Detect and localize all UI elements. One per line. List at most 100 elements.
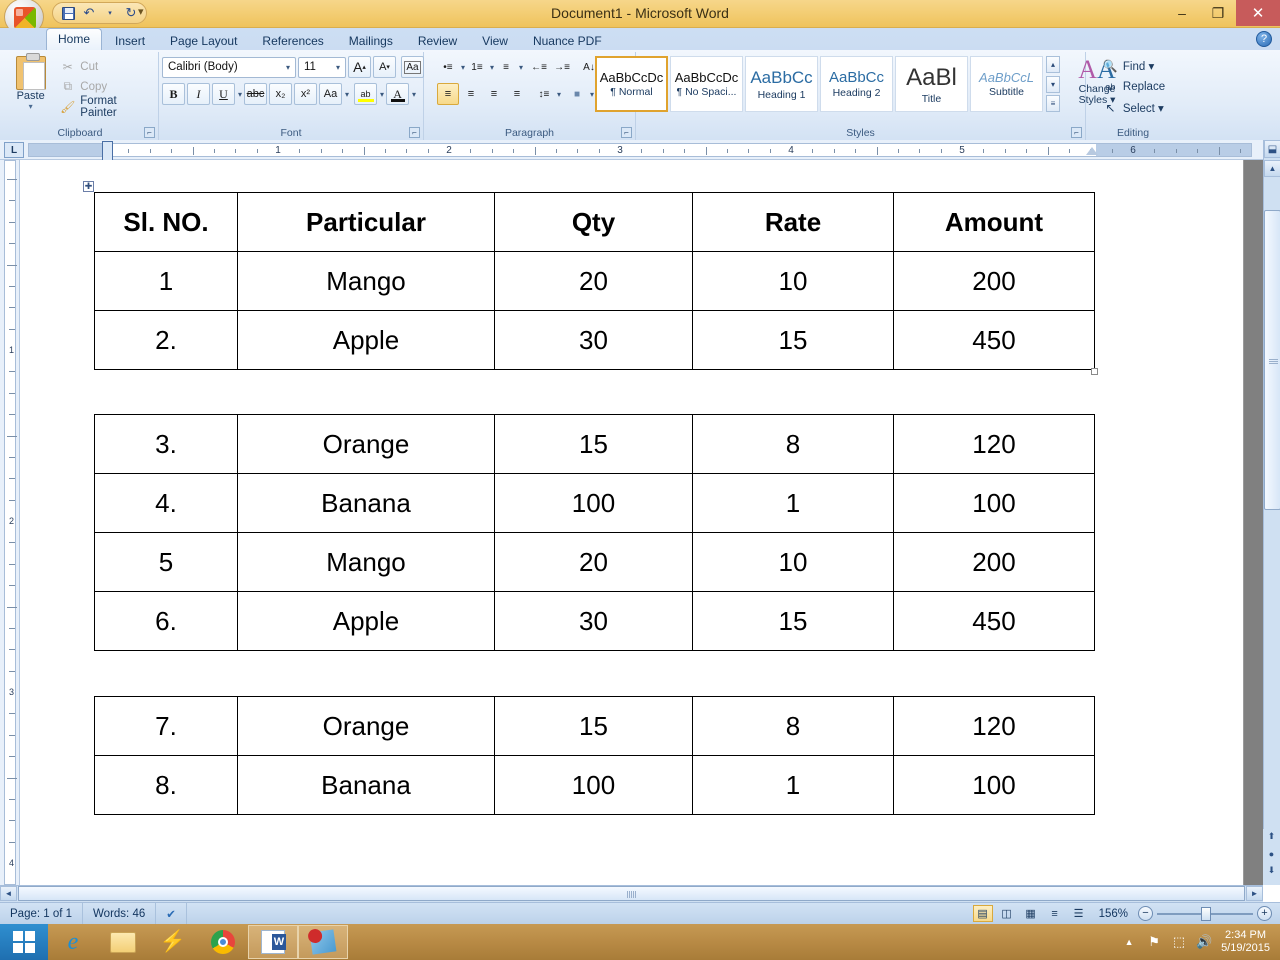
table-cell[interactable]: 100: [894, 756, 1095, 815]
font-dialog-launcher[interactable]: ⌐: [409, 127, 420, 138]
show-hidden-icons-button[interactable]: ▲: [1121, 934, 1137, 950]
align-right-button[interactable]: ≡: [483, 83, 505, 105]
line-spacing-dropdown-icon[interactable]: ▾: [557, 90, 561, 99]
table-row[interactable]: 2.Apple3015450: [95, 311, 1095, 370]
italic-button[interactable]: I: [187, 83, 210, 105]
table-row[interactable]: 5Mango2010200: [95, 533, 1095, 592]
font-size-combo[interactable]: 11 ▾: [298, 57, 346, 78]
table-cell[interactable]: Mango: [238, 252, 495, 311]
clear-formatting-button[interactable]: Aa: [401, 56, 424, 78]
numbering-button[interactable]: 1≡: [466, 56, 488, 78]
shrink-font-button[interactable]: A▾: [373, 56, 396, 78]
table-cell[interactable]: 15: [693, 592, 894, 651]
superscript-button[interactable]: x²: [294, 83, 317, 105]
zoom-level-label[interactable]: 156%: [1093, 908, 1134, 920]
paste-button[interactable]: Paste ▾: [6, 56, 55, 111]
table-cell[interactable]: 20: [495, 533, 693, 592]
table-cell[interactable]: 30: [495, 311, 693, 370]
tab-view[interactable]: View: [470, 30, 520, 50]
help-icon[interactable]: ?: [1256, 31, 1272, 47]
view-draft-button[interactable]: ☰: [1069, 905, 1089, 922]
table-header-cell[interactable]: Amount: [894, 193, 1095, 252]
table-cell[interactable]: 5: [95, 533, 238, 592]
table-cell[interactable]: 6.: [95, 592, 238, 651]
table-cell[interactable]: 10: [693, 252, 894, 311]
align-left-button[interactable]: ≡: [437, 83, 459, 105]
table-cell[interactable]: Orange: [238, 415, 495, 474]
table-cell[interactable]: Apple: [238, 592, 495, 651]
increase-indent-button[interactable]: →≡: [551, 56, 573, 78]
style-title[interactable]: AaBl Title: [895, 56, 968, 112]
table-cell[interactable]: 20: [495, 252, 693, 311]
tab-stop-selector[interactable]: L: [4, 142, 24, 158]
zoom-out-button[interactable]: −: [1138, 906, 1153, 921]
table-cell[interactable]: 120: [894, 697, 1095, 756]
table-header-cell[interactable]: Rate: [693, 193, 894, 252]
vertical-ruler[interactable]: 1234: [0, 160, 20, 885]
table-cell[interactable]: 8: [693, 697, 894, 756]
table-cell[interactable]: 200: [894, 252, 1095, 311]
font-name-combo[interactable]: Calibri (Body) ▾: [162, 57, 296, 78]
change-case-button[interactable]: Aa: [319, 83, 342, 105]
table-cell[interactable]: 1: [693, 756, 894, 815]
tab-insert[interactable]: Insert: [103, 30, 157, 50]
table-header-cell[interactable]: Sl. NO.: [95, 193, 238, 252]
justify-button[interactable]: ≡: [506, 83, 528, 105]
ruler-track[interactable]: 123456: [28, 143, 1252, 157]
table-cell[interactable]: 100: [495, 474, 693, 533]
replace-button[interactable]: ab Replace: [1100, 77, 1168, 96]
table-cell[interactable]: 10: [693, 533, 894, 592]
view-outline-button[interactable]: ≡: [1045, 905, 1065, 922]
table-cell[interactable]: Mango: [238, 533, 495, 592]
table-2[interactable]: 3.Orange1581204.Banana10011005Mango20102…: [94, 414, 1095, 651]
browse-previous-button[interactable]: ⬆: [1264, 829, 1279, 844]
table-cell[interactable]: 100: [495, 756, 693, 815]
zoom-slider-knob[interactable]: [1201, 907, 1211, 921]
table-header-cell[interactable]: Qty: [495, 193, 693, 252]
styles-scroll-down-button[interactable]: ▾: [1046, 76, 1060, 93]
select-button[interactable]: ↖ Select ▾: [1100, 98, 1167, 117]
chevron-down-icon[interactable]: ▾: [283, 63, 293, 72]
multilevel-list-button[interactable]: ≡: [495, 56, 517, 78]
table-cell[interactable]: 30: [495, 592, 693, 651]
scroll-up-button[interactable]: ▲: [1264, 160, 1280, 177]
table-row[interactable]: 6.Apple3015450: [95, 592, 1095, 651]
format-painter-button[interactable]: 🖌 Format Painter: [57, 98, 154, 115]
paragraph-dialog-launcher[interactable]: ⌐: [621, 127, 632, 138]
taskbar-internet-explorer[interactable]: e: [48, 925, 98, 959]
indent-marker[interactable]: [102, 141, 113, 161]
font-color-dropdown-icon[interactable]: ▾: [412, 90, 416, 99]
word-count[interactable]: Words: 46: [83, 903, 156, 925]
right-indent-marker[interactable]: [1086, 147, 1098, 155]
highlight-dropdown-icon[interactable]: ▾: [380, 90, 384, 99]
underline-dropdown-icon[interactable]: ▾: [238, 90, 242, 99]
styles-dialog-launcher[interactable]: ⌐: [1071, 127, 1082, 138]
bold-button[interactable]: B: [162, 83, 185, 105]
align-center-button[interactable]: ≡: [460, 83, 482, 105]
table-header-cell[interactable]: Particular: [238, 193, 495, 252]
horizontal-scrollbar[interactable]: ◄ ►: [0, 885, 1263, 902]
find-button[interactable]: 🔍 Find ▾: [1100, 56, 1157, 75]
horizontal-ruler[interactable]: L 123456: [0, 140, 1280, 160]
view-print-layout-button[interactable]: ▤: [973, 905, 993, 922]
table-cell[interactable]: 2.: [95, 311, 238, 370]
style-no-spacing[interactable]: AaBbCcDc ¶ No Spaci...: [670, 56, 743, 112]
table-row[interactable]: 7.Orange158120: [95, 697, 1095, 756]
table-cell[interactable]: 3.: [95, 415, 238, 474]
table-cell[interactable]: 15: [495, 415, 693, 474]
table-row[interactable]: 1Mango2010200: [95, 252, 1095, 311]
tab-references[interactable]: References: [250, 30, 335, 50]
tab-page-layout[interactable]: Page Layout: [158, 30, 249, 50]
table-cell[interactable]: 200: [894, 533, 1095, 592]
table-move-handle[interactable]: ✚: [83, 181, 94, 192]
document-canvas[interactable]: ✚ Sl. NO.ParticularQtyRateAmount1Mango20…: [21, 160, 1263, 885]
table-cell[interactable]: 1: [95, 252, 238, 311]
style-heading-1[interactable]: AaBbCc Heading 1: [745, 56, 818, 112]
horizontal-scroll-thumb[interactable]: [18, 886, 1245, 901]
table-cell[interactable]: 450: [894, 592, 1095, 651]
start-button[interactable]: [0, 924, 48, 960]
chevron-down-icon[interactable]: ▾: [333, 63, 343, 72]
table-cell[interactable]: Banana: [238, 756, 495, 815]
styles-more-button[interactable]: ≡: [1046, 95, 1060, 112]
table-cell[interactable]: 8.: [95, 756, 238, 815]
